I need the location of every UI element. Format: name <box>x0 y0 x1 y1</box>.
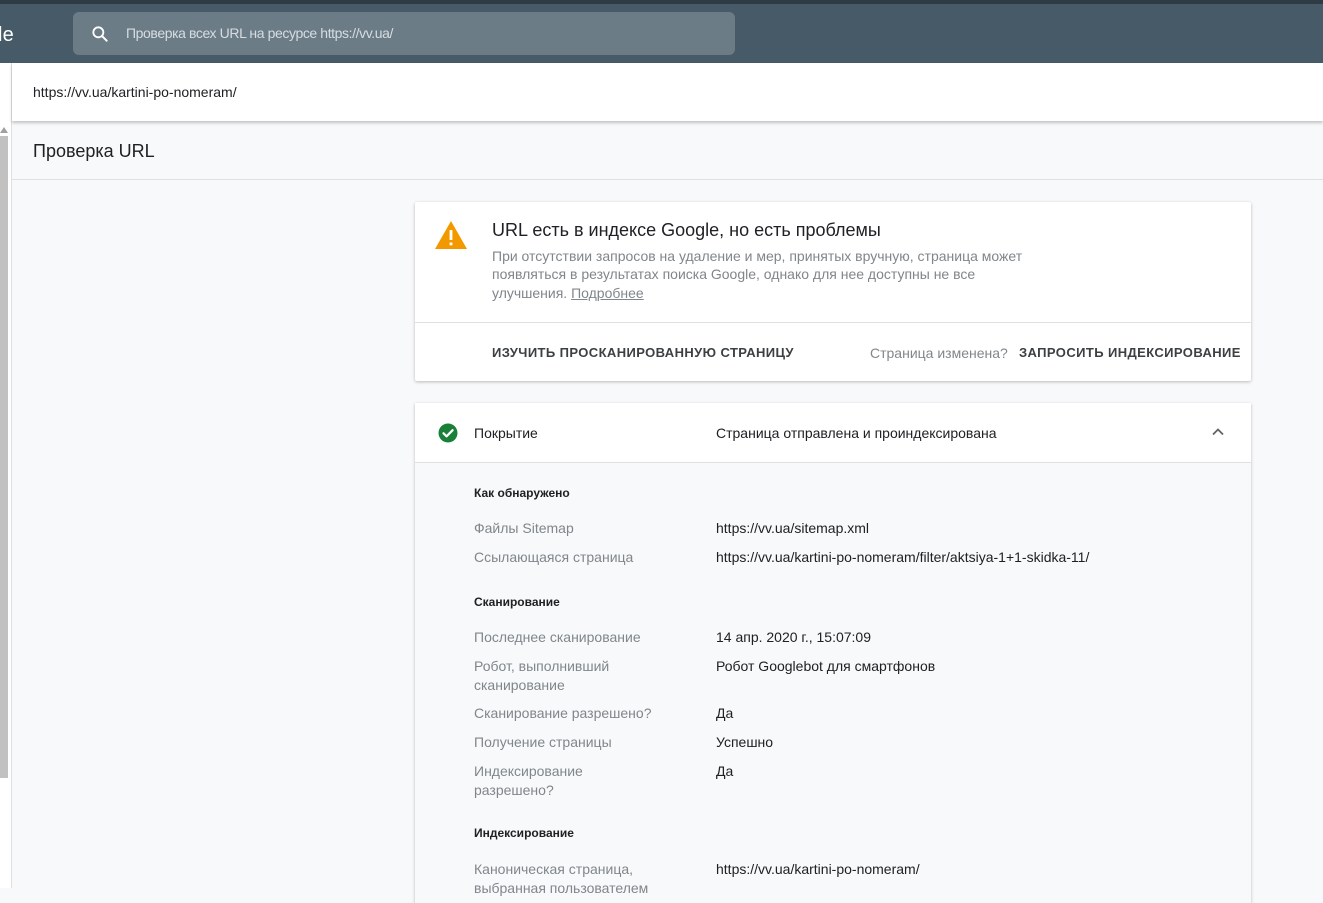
product-logo-fragment[interactable]: le <box>0 24 14 47</box>
check-circle-icon <box>438 423 458 443</box>
search-placeholder[interactable]: Проверка всех URL на ресурсе https://vv.… <box>126 25 393 41</box>
left-scrollbar[interactable] <box>0 136 8 778</box>
row-value: https://vv.ua/kartini-po-nomeram/filter/… <box>716 549 1090 565</box>
row-value: https://vv.ua/kartini-po-nomeram/ <box>716 861 920 877</box>
page-changed-label: Страница изменена? <box>870 345 1008 361</box>
status-title: URL есть в индексе Google, но есть пробл… <box>492 220 881 240</box>
row-value: Да <box>716 705 734 721</box>
row-value: Успешно <box>716 734 774 750</box>
row-key: Каноническая страница, выбранная пользов… <box>474 861 649 896</box>
learn-more-link[interactable]: Подробнее <box>571 285 644 301</box>
row-value: Да <box>716 763 734 779</box>
row-key: Сканирование разрешено? <box>474 705 652 721</box>
coverage-header[interactable]: Покрытие Страница отправлена и проиндекс… <box>415 403 1251 463</box>
row-value: https://vv.ua/sitemap.xml <box>716 520 870 536</box>
search-input[interactable]: Проверка всех URL на ресурсе https://vv.… <box>73 12 735 55</box>
top-app-bar: le Проверка всех URL на ресурсе https://… <box>0 0 1323 63</box>
divider <box>415 322 1251 323</box>
index-status-card: URL есть в индексе Google, но есть пробл… <box>415 202 1251 381</box>
inspected-url-bar: https://vv.ua/kartini-po-nomeram/ <box>12 63 1323 121</box>
page-header: Проверка URL <box>12 121 1323 180</box>
row-key: Получение страницы <box>474 734 612 750</box>
chevron-up-icon[interactable] <box>1211 425 1225 439</box>
search-icon <box>92 26 108 42</box>
row-key: Ссылающаяся страница <box>474 549 634 565</box>
inspected-url[interactable]: https://vv.ua/kartini-po-nomeram/ <box>33 84 237 100</box>
section-title-discovery: Как обнаружено <box>474 486 570 500</box>
row-value: Робот Googlebot для смартфонов <box>716 658 936 674</box>
section-title-indexing: Индексирование <box>474 826 574 840</box>
row-value: 14 апр. 2020 г., 15:07:09 <box>716 629 871 645</box>
page-title: Проверка URL <box>33 141 155 161</box>
coverage-panel: Покрытие Страница отправлена и проиндекс… <box>415 403 1251 903</box>
row-key: Индексирование разрешено? <box>474 763 583 798</box>
row-key: Робот, выполнивший сканирование <box>474 658 610 693</box>
warning-icon <box>435 221 467 249</box>
row-key: Файлы Sitemap <box>474 520 574 536</box>
row-key: Последнее сканирование <box>474 629 641 645</box>
section-title-crawl: Сканирование <box>474 595 560 609</box>
view-crawled-page-button[interactable]: ИЗУЧИТЬ ПРОСКАНИРОВАННУЮ СТРАНИЦУ <box>492 345 794 360</box>
coverage-label: Покрытие <box>474 425 538 441</box>
request-indexing-button[interactable]: ЗАПРОСИТЬ ИНДЕКСИРОВАНИЕ <box>1019 345 1241 360</box>
scroll-up-arrow-icon[interactable] <box>0 127 8 133</box>
coverage-value: Страница отправлена и проиндексирована <box>716 425 997 441</box>
status-description: При отсутствии запросов на удаление и ме… <box>492 247 1037 302</box>
